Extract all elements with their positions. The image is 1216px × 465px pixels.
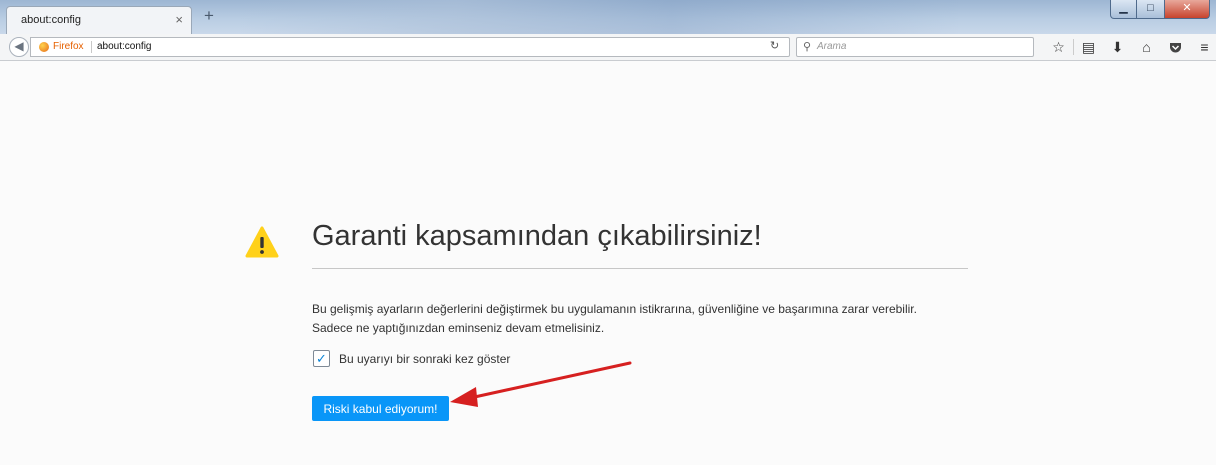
- annotation-arrow-icon: [450, 361, 632, 407]
- back-arrow-icon: ◀: [14, 39, 24, 53]
- warning-text-line-2: Sadece ne yaptığınızdan eminseniz devam …: [312, 321, 605, 335]
- star-icon[interactable]: ☆: [1044, 36, 1073, 58]
- pocket-icon[interactable]: [1161, 36, 1190, 58]
- toolbar-icons: ☆ ▤ ⬇ ⌂ ≡: [1044, 36, 1216, 58]
- identity-label: Firefox: [53, 41, 84, 52]
- page-title: Garanti kapsamından çıkabilirsiniz!: [312, 220, 762, 252]
- home-icon[interactable]: ⌂: [1132, 36, 1161, 58]
- warning-description: Bu gelişmiş ayarların değerlerini değişt…: [312, 300, 917, 338]
- firefox-icon: [39, 42, 49, 52]
- warning-text-line-1: Bu gelişmiş ayarların değerlerini değişt…: [312, 302, 917, 316]
- url-bar[interactable]: Firefox about:config: [30, 37, 790, 57]
- minimize-button[interactable]: ▁: [1110, 0, 1137, 19]
- reading-list-icon[interactable]: ▤: [1074, 36, 1103, 58]
- tab-title: about:config: [21, 14, 81, 26]
- new-tab-icon[interactable]: +: [204, 6, 214, 26]
- title-divider: [312, 268, 968, 269]
- url-text[interactable]: about:config: [97, 41, 152, 52]
- close-button[interactable]: ✕: [1164, 0, 1210, 19]
- url-separator: [91, 41, 92, 53]
- back-button[interactable]: ◀: [9, 37, 29, 57]
- search-placeholder: Arama: [817, 41, 847, 52]
- warning-icon: [245, 226, 279, 258]
- maximize-button[interactable]: □: [1137, 0, 1164, 19]
- window-controls: ▁ □ ✕: [1110, 0, 1210, 19]
- reload-icon[interactable]: ↻: [770, 39, 779, 52]
- menu-icon[interactable]: ≡: [1190, 36, 1216, 58]
- show-warning-checkbox[interactable]: ✓: [313, 350, 330, 367]
- window-titlebar: about:config × + ▁ □ ✕: [0, 0, 1216, 34]
- tab-close-icon[interactable]: ×: [175, 12, 183, 27]
- search-icon: ⚲: [803, 41, 812, 53]
- download-icon[interactable]: ⬇: [1103, 36, 1132, 58]
- accept-risk-button[interactable]: Riski kabul ediyorum!: [312, 396, 449, 421]
- search-input[interactable]: ⚲ Arama: [796, 37, 1034, 57]
- tab-about-config[interactable]: about:config ×: [6, 6, 192, 34]
- checkmark-icon: ✓: [316, 351, 327, 366]
